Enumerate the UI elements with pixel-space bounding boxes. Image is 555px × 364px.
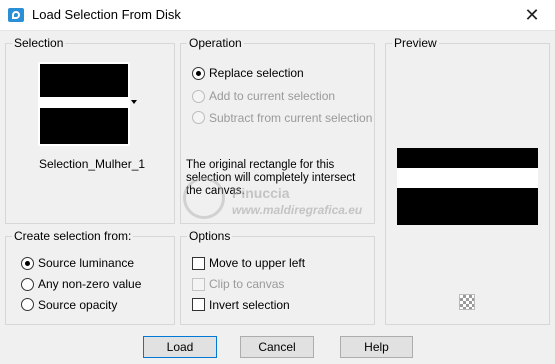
replace-selection-radio[interactable] [192, 67, 205, 80]
subtract-from-selection-radio[interactable] [192, 111, 205, 124]
add-to-selection-radio[interactable] [192, 90, 205, 103]
move-upper-left-checkbox[interactable] [192, 257, 205, 270]
transparency-toggle-icon[interactable] [459, 294, 475, 310]
preview-group-label: Preview [392, 36, 439, 50]
move-upper-left-label: Move to upper left [209, 256, 306, 270]
operation-group-label: Operation [187, 36, 244, 50]
title-bar: Load Selection From Disk ✕ [0, 0, 555, 31]
any-non-zero-label: Any non-zero value [38, 277, 142, 291]
source-luminance-label: Source luminance [38, 256, 135, 270]
selection-group-label: Selection [12, 36, 66, 50]
subtract-from-selection-label: Subtract from current selection [209, 111, 373, 125]
preview-white-band [397, 168, 538, 188]
invert-selection-checkbox[interactable] [192, 298, 205, 311]
preview-image [397, 148, 538, 225]
invert-selection-label: Invert selection [209, 298, 290, 312]
intersection-info-text: The original rectangle for this selectio… [186, 159, 356, 197]
source-opacity-label: Source opacity [38, 298, 118, 312]
app-icon [8, 8, 24, 22]
options-group-label: Options [187, 229, 233, 243]
add-to-selection-label: Add to current selection [209, 89, 336, 103]
source-luminance-radio[interactable] [21, 257, 34, 270]
thumbnail-white-band [40, 97, 128, 108]
selection-thumbnail[interactable] [40, 64, 128, 144]
replace-selection-label: Replace selection [209, 66, 304, 80]
cancel-button[interactable]: Cancel [240, 336, 314, 358]
help-button[interactable]: Help [340, 336, 413, 358]
window-title: Load Selection From Disk [32, 7, 181, 22]
clip-to-canvas-checkbox[interactable] [192, 278, 205, 291]
selection-name: Selection_Mulher_1 [39, 157, 146, 171]
load-button[interactable]: Load [143, 336, 217, 358]
any-non-zero-radio[interactable] [21, 278, 34, 291]
chevron-down-icon[interactable] [131, 100, 137, 104]
clip-to-canvas-label: Clip to canvas [209, 277, 285, 291]
close-button[interactable]: ✕ [519, 3, 545, 27]
source-opacity-radio[interactable] [21, 298, 34, 311]
create-from-group-label: Create selection from: [12, 229, 134, 243]
